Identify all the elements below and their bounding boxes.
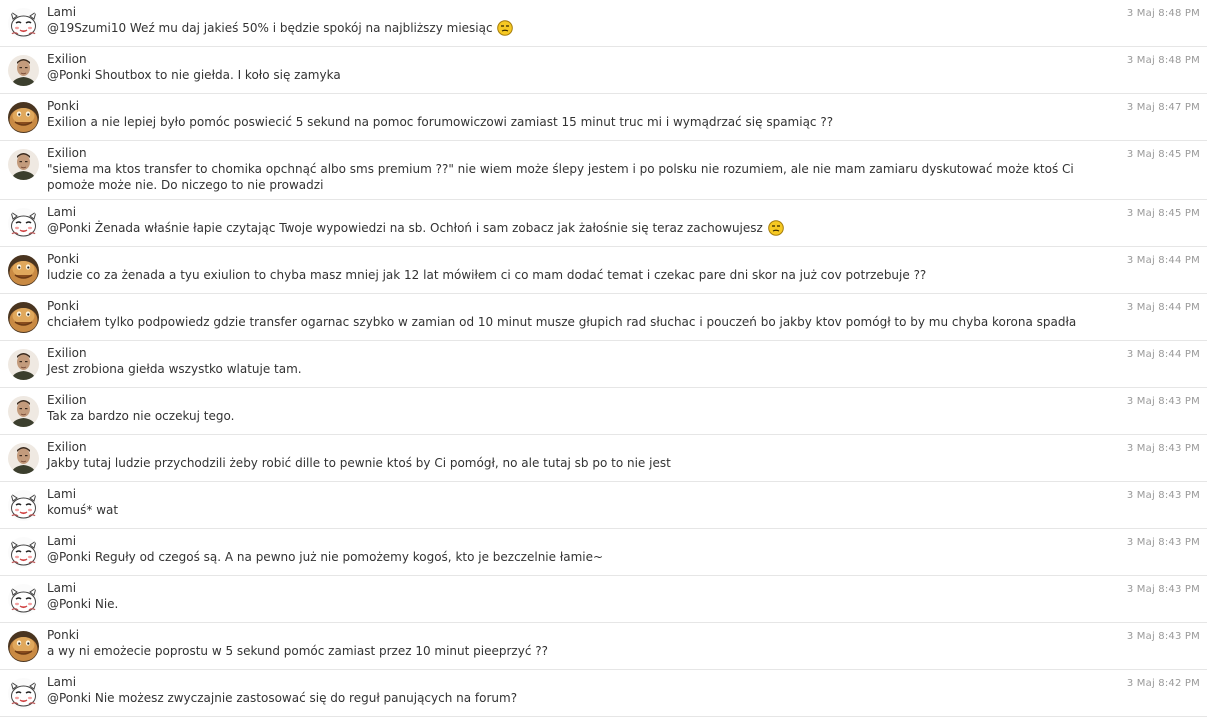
lami-avatar[interactable] <box>8 208 39 239</box>
exilion-avatar[interactable] <box>8 149 39 180</box>
message-timestamp: 3 Maj 8:43 PM <box>1126 537 1200 548</box>
message-author[interactable]: Lami <box>47 205 1097 219</box>
message-text-container: @Ponki Nie możesz zwyczajnie zastosować … <box>47 690 1097 706</box>
message-author[interactable]: Lami <box>47 581 1097 595</box>
message-row: Exilion Jest zrobiona giełda wszystko wla… <box>0 341 1207 388</box>
message-text: @Ponki Shoutbox to nie giełda. I koło si… <box>47 68 341 82</box>
message-text-container: Tak za bardzo nie oczekuj tego. <box>47 408 1097 424</box>
message-row: Ponki a wy ni emożecie poprostu w 5 sekun… <box>0 623 1207 670</box>
message-author[interactable]: Ponki <box>47 299 1097 313</box>
message-text-container: @Ponki Nie. <box>47 596 1097 612</box>
message-text: @Ponki Reguły od czegoś są. A na pewno j… <box>47 550 604 564</box>
message-row: Exilion Tak za bardzo nie oczekuj tego. 3 … <box>0 388 1207 435</box>
message-text: Jest zrobiona giełda wszystko wlatuje ta… <box>47 362 302 376</box>
message-author[interactable]: Exilion <box>47 346 1097 360</box>
message-row: Lami @Ponki Żenada właśnie łapie czytając… <box>0 200 1207 247</box>
message-text-container: @Ponki Reguły od czegoś są. A na pewno j… <box>47 549 1097 565</box>
message-row: Lami @Ponki Reguły od czegoś są. A na pew… <box>0 529 1207 576</box>
message-author[interactable]: Exilion <box>47 393 1097 407</box>
lami-avatar[interactable] <box>8 537 39 568</box>
message-text: a wy ni emożecie poprostu w 5 sekund pom… <box>47 644 548 658</box>
message-text: chciałem tylko podpowiedz gdzie transfer… <box>47 315 1077 329</box>
message-row: Exilion Jakby tutaj ludzie przychodzili ż… <box>0 435 1207 482</box>
message-text: @19Szumi10 Weź mu daj jakieś 50% i będzi… <box>47 21 493 35</box>
message-timestamp: 3 Maj 8:44 PM <box>1126 302 1200 313</box>
smirk-emoji <box>497 20 513 36</box>
ponki-avatar[interactable] <box>8 255 39 286</box>
ponki-avatar[interactable] <box>8 302 39 333</box>
message-row: Lami @19Szumi10 Weź mu daj jakieś 50% i b… <box>0 0 1207 47</box>
message-text: ludzie co za żenada a tyu exiulion to ch… <box>47 268 927 282</box>
message-author[interactable]: Exilion <box>47 52 1097 66</box>
message-text-container: "siema ma ktos transfer to chomika opchn… <box>47 161 1097 193</box>
shoutbox: Lami @19Szumi10 Weź mu daj jakieś 50% i b… <box>0 0 1207 721</box>
lami-avatar[interactable] <box>8 584 39 615</box>
message-text-container: @Ponki Żenada właśnie łapie czytając Two… <box>47 220 1097 236</box>
message-timestamp: 3 Maj 8:43 PM <box>1126 631 1200 642</box>
message-author[interactable]: Ponki <box>47 99 1097 113</box>
message-text: Tak za bardzo nie oczekuj tego. <box>47 409 235 423</box>
message-row: Lami @Ponki Nie możesz zwyczajnie zastoso… <box>0 670 1207 717</box>
message-timestamp: 3 Maj 8:42 PM <box>1126 678 1200 689</box>
message-timestamp: 3 Maj 8:43 PM <box>1126 490 1200 501</box>
message-timestamp: 3 Maj 8:47 PM <box>1126 102 1200 113</box>
message-text-container: @19Szumi10 Weź mu daj jakieś 50% i będzi… <box>47 20 1097 36</box>
message-author[interactable]: Lami <box>47 487 1097 501</box>
message-text: @Ponki Nie możesz zwyczajnie zastosować … <box>47 691 518 705</box>
message-text-container: Exilion a nie lepiej było pomóc poswieci… <box>47 114 1097 130</box>
message-text-container: komuś* wat <box>47 502 1097 518</box>
message-author[interactable]: Lami <box>47 675 1097 689</box>
message-author[interactable]: Exilion <box>47 146 1097 160</box>
exilion-avatar[interactable] <box>8 55 39 86</box>
message-text-container: chciałem tylko podpowiedz gdzie transfer… <box>47 314 1097 330</box>
exilion-avatar[interactable] <box>8 396 39 427</box>
message-timestamp: 3 Maj 8:48 PM <box>1126 8 1200 19</box>
message-timestamp: 3 Maj 8:45 PM <box>1126 149 1200 160</box>
message-text-container: Jest zrobiona giełda wszystko wlatuje ta… <box>47 361 1097 377</box>
message-row: Ponki chciałem tylko podpowiedz gdzie tra… <box>0 294 1207 341</box>
message-text: Jakby tutaj ludzie przychodzili żeby rob… <box>47 456 671 470</box>
message-row: Ponki ludzie co za żenada a tyu exiulion … <box>0 247 1207 294</box>
message-timestamp: 3 Maj 8:45 PM <box>1126 208 1200 219</box>
message-author[interactable]: Ponki <box>47 628 1097 642</box>
message-author[interactable]: Lami <box>47 534 1097 548</box>
message-text: @Ponki Nie. <box>47 597 119 611</box>
lami-avatar[interactable] <box>8 490 39 521</box>
message-row: Lami @Ponki Nie. 3 Maj 8:43 PM <box>0 576 1207 623</box>
message-timestamp: 3 Maj 8:48 PM <box>1126 55 1200 66</box>
message-text: @Ponki Żenada właśnie łapie czytając Two… <box>47 221 763 235</box>
message-author[interactable]: Lami <box>47 5 1097 19</box>
message-timestamp: 3 Maj 8:43 PM <box>1126 396 1200 407</box>
message-text-container: ludzie co za żenada a tyu exiulion to ch… <box>47 267 1097 283</box>
smirk-emoji <box>768 220 784 236</box>
message-timestamp: 3 Maj 8:43 PM <box>1126 443 1200 454</box>
message-row: Exilion @Ponki Shoutbox to nie giełda. I … <box>0 47 1207 94</box>
lami-avatar[interactable] <box>8 8 39 39</box>
message-author[interactable]: Ponki <box>47 252 1097 266</box>
message-row: Ponki Exilion a nie lepiej było pomóc pos… <box>0 94 1207 141</box>
message-text: "siema ma ktos transfer to chomika opchn… <box>47 162 1074 192</box>
message-author[interactable]: Exilion <box>47 440 1097 454</box>
lami-avatar[interactable] <box>8 678 39 709</box>
exilion-avatar[interactable] <box>8 443 39 474</box>
message-row: Lami komuś* wat 3 Maj 8:43 PM <box>0 482 1207 529</box>
message-timestamp: 3 Maj 8:44 PM <box>1126 255 1200 266</box>
ponki-avatar[interactable] <box>8 631 39 662</box>
message-text-container: @Ponki Shoutbox to nie giełda. I koło si… <box>47 67 1097 83</box>
message-timestamp: 3 Maj 8:44 PM <box>1126 349 1200 360</box>
exilion-avatar[interactable] <box>8 349 39 380</box>
message-text: Exilion a nie lepiej było pomóc poswieci… <box>47 115 834 129</box>
message-text: komuś* wat <box>47 503 119 517</box>
message-timestamp: 3 Maj 8:43 PM <box>1126 584 1200 595</box>
message-text-container: a wy ni emożecie poprostu w 5 sekund pom… <box>47 643 1097 659</box>
message-text-container: Jakby tutaj ludzie przychodzili żeby rob… <box>47 455 1097 471</box>
ponki-avatar[interactable] <box>8 102 39 133</box>
message-row: Exilion "siema ma ktos transfer to chomik… <box>0 141 1207 200</box>
